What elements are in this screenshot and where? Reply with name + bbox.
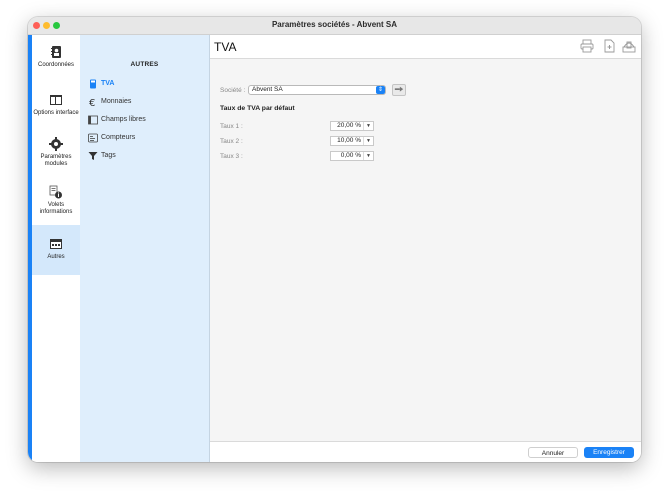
rate-1-field[interactable]: 20,00 % ▼ [330,121,374,131]
rail-item-volets-informations[interactable]: Volets informations [32,185,80,216]
svg-text:€: € [89,98,95,107]
rail-item-parametres-modules[interactable]: Paramètres modules [32,137,80,168]
calculator-icon [90,79,96,89]
settings-window: Paramètres sociétés - Abvent SA Coordonn… [28,17,641,462]
company-label: Société : [220,87,246,94]
rate-3-label: Taux 3 : [220,153,243,160]
archive-icon[interactable] [622,39,636,53]
subnav-item-champs-libres[interactable]: Champs libres [86,113,204,127]
page-title: TVA [214,40,237,54]
subnav-panel: AUTRES TVA € Monnaies Champs libres Comp… [80,35,210,462]
title-bar: Paramètres sociétés - Abvent SA [28,17,641,35]
section-title: Taux de TVA par défaut [220,105,295,112]
go-to-company-button[interactable] [392,84,406,96]
rail-item-label: Volets informations [39,202,73,215]
save-button[interactable]: Enregistrer [584,447,634,458]
rail-item-label: Options interface [33,110,79,116]
subnav-item-compteurs[interactable]: Compteurs [86,131,204,145]
window-title: Paramètres sociétés - Abvent SA [271,20,398,29]
company-select-value: Abvent SA [252,86,283,93]
rail-item-options-interface[interactable]: Options interface [32,93,80,117]
rate-3-field[interactable]: 0,00 % ▼ [330,151,374,161]
folder-grid-icon [50,239,62,249]
subnav-item-label: Monnaies [101,98,132,105]
arrow-right-icon [394,86,404,92]
subnav-header: AUTRES [130,61,159,68]
print-icon[interactable] [580,39,594,53]
euro-icon: € [89,98,95,107]
subnav-item-label: TVA [101,80,115,87]
subnav-item-label: Compteurs [101,134,136,141]
category-rail: Coordonnées Options interface Paramètres… [28,35,80,462]
dropdown-arrow-icon[interactable]: ▼ [363,122,373,130]
info-panel-icon [49,185,62,199]
company-select[interactable]: Abvent SA ⇕ [248,85,386,95]
subnav-item-monnaies[interactable]: € Monnaies [86,95,204,109]
rail-item-coordonnees[interactable]: Coordonnées [32,45,80,69]
chevron-updown-icon: ⇕ [376,86,385,94]
address-book-icon [51,46,61,58]
filter-icon [88,152,98,160]
rate-1-value: 20,00 % [337,122,361,129]
footer-bar: Annuler Enregistrer [210,441,641,462]
rail-item-label: Paramètres modules [40,154,72,167]
subnav-item-tva[interactable]: TVA [86,77,204,91]
subnav-item-label: Champs libres [101,116,146,123]
cancel-button[interactable]: Annuler [528,447,578,458]
main-panel: TVA Société : Abvent SA ⇕ Taux de TVA pa… [210,35,641,462]
counter-icon [88,133,98,143]
gear-icon [49,137,63,151]
rate-1-label: Taux 1 : [220,123,243,130]
rail-item-label: Coordonnées [37,62,75,68]
new-document-icon[interactable] [602,39,616,53]
rail-item-autres[interactable]: Autres [32,225,80,275]
rate-2-field[interactable]: 10,00 % ▼ [330,136,374,146]
rate-3-value: 0,00 % [340,152,361,159]
rate-2-value: 10,00 % [337,137,361,144]
subnav-item-label: Tags [101,152,116,159]
window-icon [50,95,62,105]
free-fields-icon [88,115,98,125]
rate-2-label: Taux 2 : [220,138,243,145]
main-toolbar: TVA [210,35,641,59]
rail-item-label: Autres [47,254,65,260]
dropdown-arrow-icon[interactable]: ▼ [363,152,373,160]
dropdown-arrow-icon[interactable]: ▼ [363,137,373,145]
subnav-item-tags[interactable]: Tags [86,149,204,163]
